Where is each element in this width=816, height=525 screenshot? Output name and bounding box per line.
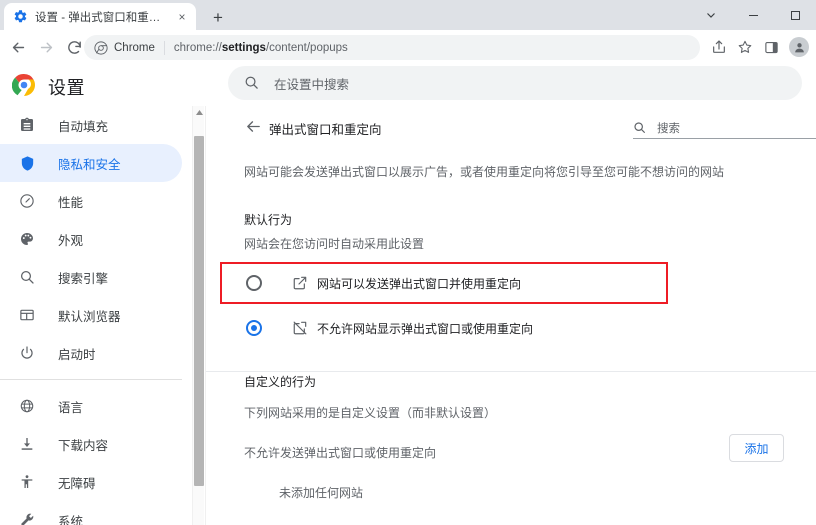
empty-site-list-note: 未添加任何网站 <box>279 486 364 500</box>
subpage-title: 弹出式窗口和重定向 <box>269 123 382 137</box>
close-icon[interactable]: × <box>174 9 190 25</box>
sidebar-item-autofill[interactable]: 自动填充 <box>0 106 182 144</box>
radio-option-label: 不允许网站显示弹出式窗口或使用重定向 <box>317 321 534 336</box>
sidebar-item-downloads[interactable]: 下载内容 <box>0 425 182 463</box>
star-icon[interactable] <box>732 33 758 61</box>
palette-icon <box>18 230 36 248</box>
blocked-section-label: 不允许发送弹出式窗口或使用重定向 <box>244 446 437 460</box>
sidebar-item-privacy-security[interactable]: 隐私和安全 <box>0 144 182 182</box>
power-icon <box>18 344 36 362</box>
chrome-icon <box>94 40 108 55</box>
side-panel-icon[interactable] <box>758 33 784 61</box>
omnibox-divider <box>163 40 165 55</box>
share-icon[interactable] <box>706 33 732 61</box>
browser-window: 设置 - 弹出式窗口和重定向 × + Chrome chrome://setti… <box>0 0 816 525</box>
back-arrow-icon[interactable] <box>244 117 262 135</box>
window-controls <box>690 0 816 30</box>
shield-icon <box>18 154 36 172</box>
custom-behavior-description: 下列网站采用的是自定义设置（而非默认设置） <box>244 406 497 420</box>
browser-window-icon <box>18 306 36 324</box>
sidebar-scrollbar[interactable] <box>192 106 204 525</box>
sidebar-item-performance[interactable]: 性能 <box>0 182 182 220</box>
radio-option-block-popups[interactable]: 不允许网站显示弹出式窗口或使用重定向 <box>236 308 696 348</box>
minimize-icon[interactable] <box>732 0 774 30</box>
url-bold-part: settings <box>221 41 266 54</box>
sidebar-item-label: 隐私和安全 <box>58 157 121 172</box>
omnibox-url: chrome://settings/content/popups <box>174 42 348 54</box>
radio-option-label: 网站可以发送弹出式窗口并使用重定向 <box>317 276 522 291</box>
sidebar-item-label: 语言 <box>58 400 84 415</box>
sidebar-item-label: 搜索引擎 <box>58 271 109 286</box>
search-icon <box>633 121 646 134</box>
back-arrow-icon[interactable] <box>4 33 32 61</box>
tab-title: 设置 - 弹出式窗口和重定向 <box>35 11 170 24</box>
search-icon <box>18 268 36 286</box>
add-site-button[interactable]: 添加 <box>729 434 784 462</box>
popup-allowed-icon <box>291 275 308 292</box>
section-divider <box>206 371 816 372</box>
sidebar-item-label: 性能 <box>58 195 84 210</box>
settings-search-placeholder: 在设置中搜索 <box>274 77 350 92</box>
globe-icon <box>18 397 36 415</box>
settings-sidebar: 自动填充 隐私和安全 性能 外观 搜索引擎 默认浏览器 启动时 语言 下载内容 … <box>0 106 192 525</box>
profile-avatar-icon[interactable] <box>789 37 809 57</box>
radio-button-unselected[interactable] <box>246 275 262 291</box>
custom-behavior-label: 自定义的行为 <box>244 375 317 389</box>
forward-arrow-icon[interactable] <box>32 33 60 61</box>
sidebar-item-label: 外观 <box>58 233 84 248</box>
browser-tab[interactable]: 设置 - 弹出式窗口和重定向 × <box>4 3 196 30</box>
accessibility-icon <box>18 473 36 491</box>
gear-icon <box>13 9 28 24</box>
settings-main-panel: 弹出式窗口和重定向 搜索 网站可能会发送弹出式窗口以展示广告，或者使用重定向将您… <box>205 106 816 525</box>
popup-blocked-icon <box>291 320 308 337</box>
sidebar-item-label: 下载内容 <box>58 438 109 453</box>
page-title: 设置 <box>48 78 85 98</box>
toolbar-right-icons <box>706 33 812 61</box>
default-behavior-label: 默认行为 <box>244 213 293 227</box>
download-icon <box>18 435 36 453</box>
tab-strip: 设置 - 弹出式窗口和重定向 × + <box>0 0 816 30</box>
chrome-logo-icon <box>12 73 36 97</box>
settings-search-input[interactable]: 在设置中搜索 <box>228 66 802 100</box>
chevron-down-icon[interactable] <box>690 0 732 30</box>
radio-button-selected[interactable] <box>246 320 262 336</box>
sidebar-item-label: 自动填充 <box>58 119 109 134</box>
radio-option-allow-popups[interactable]: 网站可以发送弹出式窗口并使用重定向 <box>236 263 696 303</box>
browser-toolbar: Chrome chrome://settings/content/popups <box>0 30 816 64</box>
sidebar-item-label: 系统 <box>58 514 84 525</box>
sidebar-item-accessibility[interactable]: 无障碍 <box>0 463 182 501</box>
sidebar-item-label: 默认浏览器 <box>58 309 121 324</box>
sidebar-item-appearance[interactable]: 外观 <box>0 220 182 258</box>
url-prefix: chrome:// <box>173 41 222 54</box>
omnibox-chip-label: Chrome <box>114 41 155 54</box>
subpage-search-input[interactable]: 搜索 <box>633 117 816 139</box>
sidebar-divider <box>0 379 182 380</box>
sidebar-item-label: 启动时 <box>58 347 96 362</box>
maximize-icon[interactable] <box>774 0 816 30</box>
sidebar-item-default-browser[interactable]: 默认浏览器 <box>0 296 182 334</box>
address-bar[interactable]: Chrome chrome://settings/content/popups <box>84 35 700 60</box>
url-suffix: /content/popups <box>265 41 348 54</box>
sidebar-item-on-startup[interactable]: 启动时 <box>0 334 182 372</box>
popups-description: 网站可能会发送弹出式窗口以展示广告，或者使用重定向将您引导至您可能不想访问的网站 <box>244 165 725 179</box>
scrollbar-thumb[interactable] <box>194 136 204 486</box>
sidebar-item-system[interactable]: 系统 <box>0 501 182 525</box>
sidebar-item-label: 无障碍 <box>58 476 96 491</box>
sidebar-item-languages[interactable]: 语言 <box>0 387 182 425</box>
search-icon <box>244 75 260 91</box>
clipboard-icon <box>18 116 36 134</box>
subpage-search-placeholder: 搜索 <box>657 122 680 135</box>
new-tab-button[interactable]: + <box>206 5 230 29</box>
sidebar-item-search-engine[interactable]: 搜索引擎 <box>0 258 182 296</box>
wrench-icon <box>18 511 36 525</box>
default-behavior-description: 网站会在您访问时自动采用此设置 <box>244 237 425 251</box>
scroll-up-arrow-icon[interactable] <box>193 106 205 118</box>
speedometer-icon <box>18 192 36 210</box>
